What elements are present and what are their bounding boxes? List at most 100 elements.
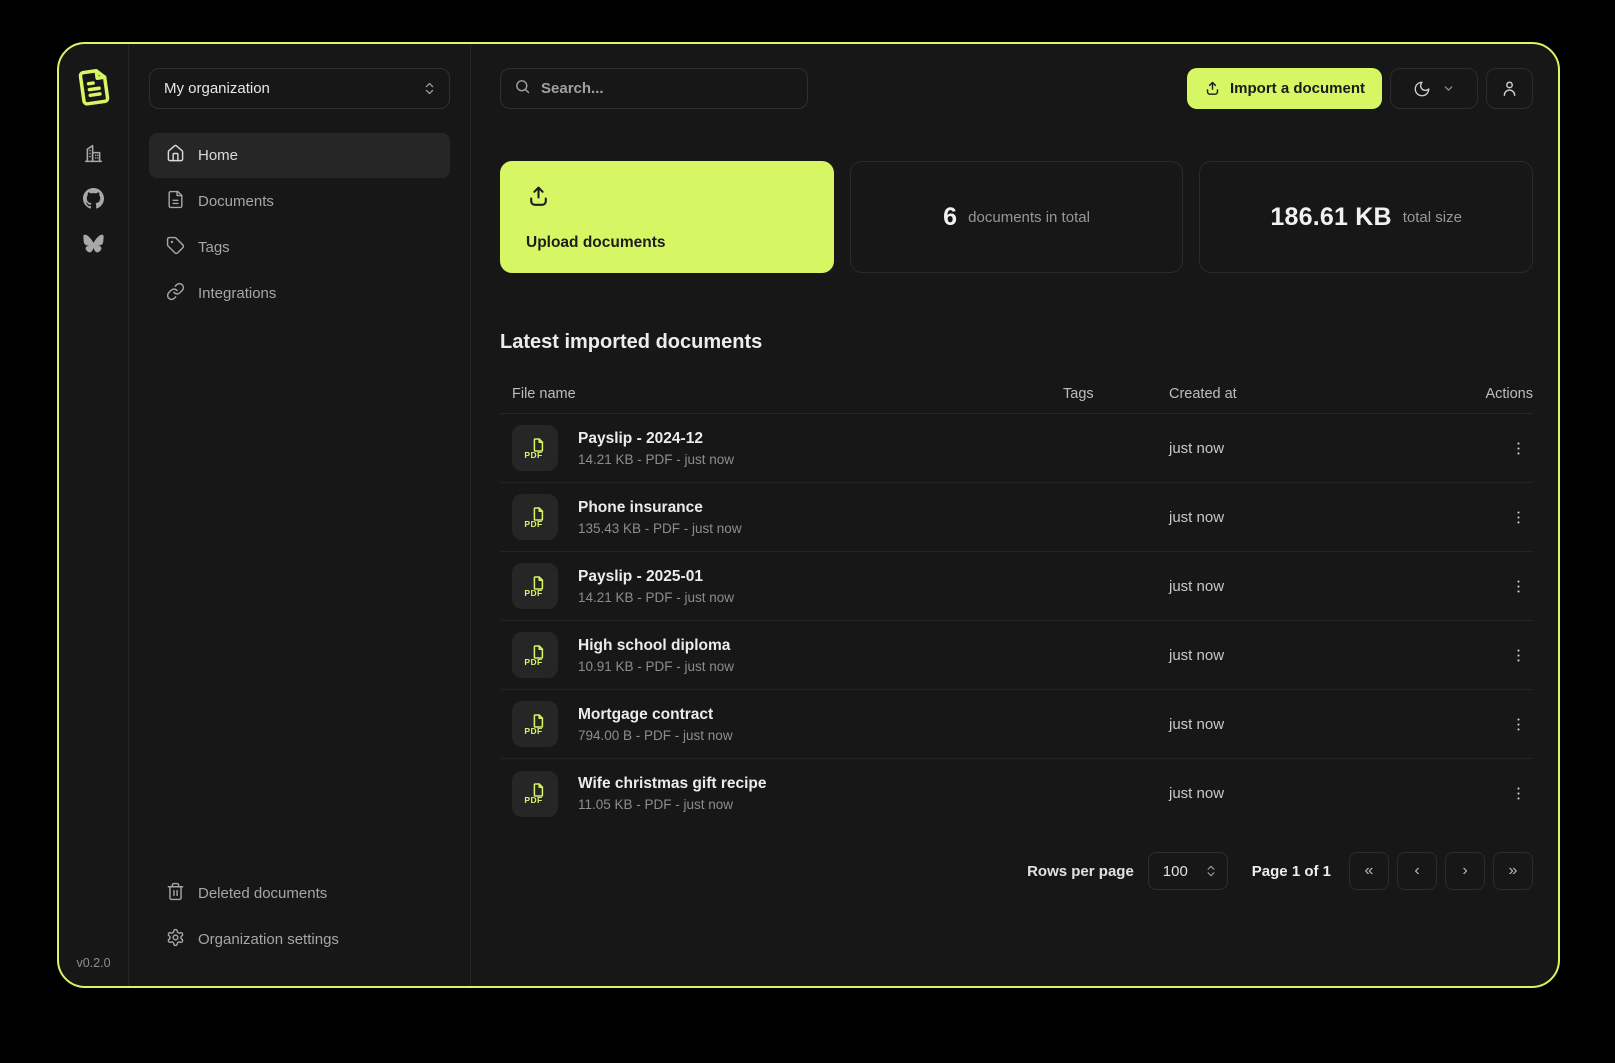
actions-cell	[1487, 779, 1533, 809]
column-header-tags: Tags	[1063, 385, 1094, 402]
total-size-label: total size	[1402, 208, 1462, 226]
row-actions-button[interactable]	[1503, 502, 1533, 532]
theme-toggle-button[interactable]	[1390, 68, 1478, 109]
rows-per-page-label: Rows per page	[1027, 862, 1134, 880]
user-menu-button[interactable]	[1486, 68, 1533, 109]
rows-per-page-value: 100	[1162, 862, 1188, 880]
sidebar-item-home[interactable]: Home	[149, 133, 450, 178]
organization-select[interactable]: My organization	[149, 68, 450, 109]
document-name: Phone insurance	[578, 498, 703, 516]
pagination-previous-page-button[interactable]: ‹	[1397, 852, 1437, 890]
file-cell: PDF Wife christmas gift recipe 11.05 KB …	[512, 770, 1063, 817]
documents-total-value: 6	[943, 202, 958, 231]
file-text-block: High school diploma 10.91 KB - PDF - jus…	[578, 637, 734, 674]
ellipsis-vertical-icon	[1516, 787, 1520, 800]
created-at-cell: just now	[1169, 646, 1225, 664]
section-title: Latest imported documents	[500, 331, 763, 353]
created-at-cell: just now	[1169, 577, 1225, 595]
upload-documents-card[interactable]: Upload documents	[500, 161, 834, 273]
table-row[interactable]: PDF Payslip - 2025-01 14.21 KB - PDF - j…	[500, 552, 1533, 621]
document-name: Payslip - 2024-12	[578, 429, 703, 447]
row-actions-button[interactable]	[1503, 640, 1533, 670]
table-header: File name Tags Created at Actions	[500, 374, 1533, 414]
file-text-block: Payslip - 2024-12 14.21 KB - PDF - just …	[578, 430, 734, 467]
file-text-block: Wife christmas gift recipe 11.05 KB - PD…	[578, 775, 767, 812]
nav-item-label: Deleted documents	[198, 885, 328, 902]
sidebar-nav: Home Documents Tags Integrations	[149, 133, 450, 316]
upload-icon	[1206, 81, 1219, 95]
created-at-cell: just now	[1169, 715, 1225, 733]
total-size-card: 186.61 KB total size	[1199, 161, 1533, 273]
document-name: Wife christmas gift recipe	[578, 775, 767, 792]
table-row[interactable]: PDF Wife christmas gift recipe 11.05 KB …	[500, 759, 1533, 828]
pdf-file-icon: PDF	[512, 770, 558, 817]
chevrons-up-down-icon	[422, 81, 437, 96]
column-header-actions: Actions	[1485, 385, 1533, 402]
actions-cell	[1487, 640, 1533, 670]
created-at-cell: just now	[1169, 508, 1225, 526]
pdf-badge: PDF	[524, 725, 543, 736]
app-version: v0.2.0	[76, 956, 111, 970]
sidebar: My organization Home Documents Tags Inte…	[129, 44, 471, 986]
table-row[interactable]: PDF Phone insurance 135.43 KB - PDF - ju…	[500, 483, 1533, 552]
nav-item-label: Home	[198, 147, 239, 164]
table-row[interactable]: PDF High school diploma 10.91 KB - PDF -…	[500, 621, 1533, 690]
file-text-block: Mortgage contract 794.00 B - PDF - just …	[578, 706, 733, 743]
table-row[interactable]: PDF Payslip - 2024-12 14.21 KB - PDF - j…	[500, 414, 1533, 483]
pagination-glyph: »	[1508, 862, 1518, 879]
document-meta: 11.05 KB - PDF - just now	[578, 797, 734, 812]
file-cell: PDF Mortgage contract 794.00 B - PDF - j…	[512, 701, 1063, 747]
trash-icon	[166, 882, 185, 905]
column-header-file-name: File name	[512, 385, 576, 402]
github-icon[interactable]	[83, 188, 104, 209]
pagination-next-page-button[interactable]: ›	[1445, 852, 1485, 890]
document-name: High school diploma	[578, 636, 731, 654]
file-cell: PDF High school diploma 10.91 KB - PDF -…	[512, 632, 1063, 678]
gear-icon	[166, 928, 185, 951]
import-document-button[interactable]: Import a document	[1186, 68, 1382, 109]
stats-cards: Upload documents 6 documents in total 18…	[500, 161, 1533, 273]
sidebar-item-integrations[interactable]: Integrations	[149, 271, 450, 316]
app-logo-icon[interactable]	[73, 66, 115, 113]
document-meta: 135.43 KB - PDF - just now	[578, 520, 742, 536]
sidebar-item-deleted-documents[interactable]: Deleted documents	[149, 871, 450, 916]
search-icon	[514, 78, 531, 100]
row-actions-button[interactable]	[1503, 779, 1533, 809]
row-actions-button[interactable]	[1503, 433, 1533, 463]
page-info: Page 1 of 1	[1251, 862, 1331, 880]
pagination-buttons: « ‹ › »	[1349, 852, 1533, 890]
document-meta: 10.91 KB - PDF - just now	[578, 658, 735, 674]
search-input[interactable]	[541, 80, 794, 97]
rows-per-page-select[interactable]: 100	[1147, 852, 1228, 890]
ellipsis-vertical-icon	[1516, 717, 1520, 731]
pdf-badge: PDF	[524, 449, 543, 460]
organization-select-value: My organization	[164, 80, 270, 97]
pagination-last-page-button[interactable]: »	[1493, 852, 1533, 890]
pagination-first-page-button[interactable]: «	[1349, 852, 1389, 890]
building-icon[interactable]	[83, 143, 104, 164]
nav-item-label: Integrations	[198, 285, 277, 302]
rail-links	[83, 143, 104, 254]
topbar: Import a document	[500, 68, 1533, 109]
upload-icon	[530, 186, 547, 206]
sidebar-footer-nav: Deleted documents Organization settings	[149, 871, 450, 962]
nav-item-label: Organization settings	[198, 931, 339, 948]
search-box[interactable]	[500, 68, 808, 109]
sidebar-item-documents[interactable]: Documents	[149, 179, 450, 224]
actions-cell	[1487, 571, 1533, 601]
chevrons-up-down-icon	[1207, 865, 1215, 877]
bluesky-butterfly-icon[interactable]	[83, 233, 104, 254]
row-actions-button[interactable]	[1503, 571, 1533, 601]
actions-cell	[1487, 709, 1533, 739]
home-icon	[166, 144, 185, 167]
table-row[interactable]: PDF Mortgage contract 794.00 B - PDF - j…	[500, 690, 1533, 759]
pagination-glyph: ‹	[1414, 862, 1420, 879]
moon-icon	[1413, 80, 1431, 98]
documents-total-label: documents in total	[968, 208, 1090, 226]
link-icon	[166, 282, 185, 305]
main-content: Import a document	[471, 44, 1558, 986]
sidebar-item-organization-settings[interactable]: Organization settings	[149, 917, 450, 962]
row-actions-button[interactable]	[1503, 709, 1533, 739]
sidebar-item-tags[interactable]: Tags	[149, 225, 450, 270]
pdf-file-icon: PDF	[512, 563, 558, 609]
